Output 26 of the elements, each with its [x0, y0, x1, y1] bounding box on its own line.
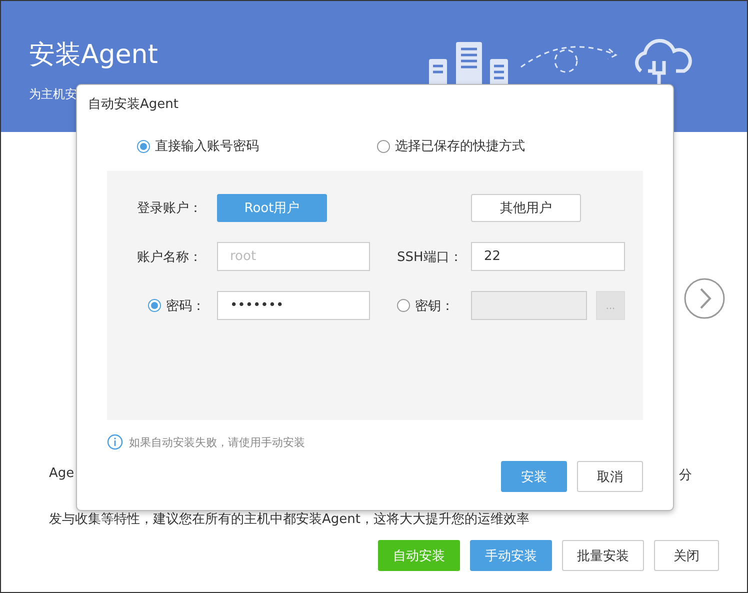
field-label: 账户名称：: [137, 248, 203, 266]
radio-label: 密码：: [166, 298, 205, 314]
field-label: 登录账户：: [137, 200, 203, 216]
radio-button[interactable]: [137, 140, 150, 152]
action-button[interactable]: 关闭: [654, 540, 719, 571]
radio-label: 密钥：: [415, 298, 454, 314]
hint-text: 如果自动安装失败，请使用手动安装: [129, 434, 305, 450]
field-label: SSH端口：: [397, 248, 464, 266]
action-button[interactable]: 批量安装: [562, 540, 644, 571]
dialog-button[interactable]: 取消: [577, 461, 643, 492]
description-text: 发与收集等特性，建议您在所有的主机中都安装Agent，这将大大提升您的运维效率: [49, 511, 530, 528]
description-text: 分: [679, 467, 692, 484]
radio-label: 选择已保存的快捷方式: [395, 138, 525, 155]
page-title: 安装Agent: [29, 39, 158, 72]
dialog-title: 自动安装Agent: [88, 96, 180, 113]
account-name-field[interactable]: root: [217, 242, 370, 271]
info-icon: [107, 434, 123, 450]
account-type-button[interactable]: 其他用户: [471, 194, 581, 222]
radio-label: 直接输入账号密码: [155, 138, 259, 155]
radio-button[interactable]: [397, 299, 410, 312]
radio-button[interactable]: [148, 299, 161, 312]
description-text: Age: [49, 466, 74, 483]
radio-button[interactable]: [377, 140, 390, 152]
ssh-port-field[interactable]: 22: [471, 242, 625, 271]
password-field[interactable]: •••••••: [217, 291, 370, 320]
page-subtitle: 为主机安: [29, 86, 77, 103]
